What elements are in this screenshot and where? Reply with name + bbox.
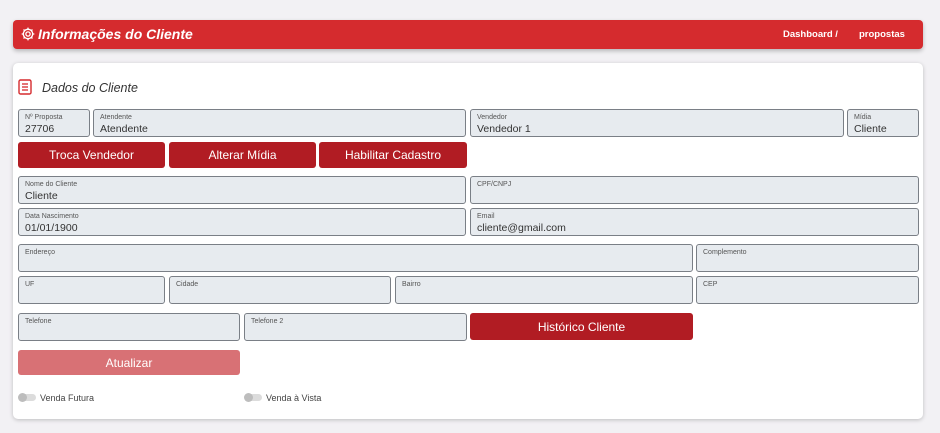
data-nascimento-label: Data Nascimento	[25, 213, 79, 220]
telefone-field[interactable]: Telefone	[18, 313, 240, 341]
venda-vista-toggle[interactable]	[244, 392, 262, 402]
breadcrumb-dashboard[interactable]: Dashboard /	[783, 29, 838, 40]
proposta-label: Nº Proposta	[25, 114, 63, 121]
proposta-field[interactable]: Nº Proposta 27706	[18, 109, 90, 137]
nome-cliente-value: Cliente	[25, 190, 58, 202]
telefone2-field[interactable]: Telefone 2	[244, 313, 467, 341]
cep-label: CEP	[703, 281, 718, 288]
endereco-label: Endereço	[25, 249, 55, 256]
atendente-label: Atendente	[100, 114, 132, 121]
cidade-label: Cidade	[176, 281, 199, 288]
cpf-cnpj-field[interactable]: CPF/CNPJ	[470, 176, 919, 204]
document-list-icon	[18, 79, 32, 95]
habilitar-cadastro-button[interactable]: Habilitar Cadastro	[319, 142, 467, 168]
bairro-field[interactable]: Bairro	[395, 276, 693, 304]
bairro-label: Bairro	[402, 281, 421, 288]
data-nascimento-field[interactable]: Data Nascimento 01/01/1900	[18, 208, 466, 236]
email-field[interactable]: Email cliente@gmail.com	[470, 208, 919, 236]
breadcrumb-propostas[interactable]: propostas	[859, 29, 905, 40]
proposta-value: 27706	[25, 123, 55, 135]
midia-field[interactable]: Mídia Cliente	[847, 109, 919, 137]
section-title: Dados do Cliente	[42, 81, 138, 95]
cidade-field[interactable]: Cidade	[169, 276, 391, 304]
cpf-cnpj-label: CPF/CNPJ	[477, 181, 512, 188]
gear-icon	[21, 27, 35, 41]
page-title: Informações do Cliente	[38, 26, 193, 42]
telefone2-label: Telefone 2	[251, 318, 284, 325]
nome-cliente-field[interactable]: Nome do Cliente Cliente	[18, 176, 466, 204]
vendedor-label: Vendedor	[477, 114, 507, 121]
midia-value: Cliente	[854, 123, 887, 135]
nome-cliente-label: Nome do Cliente	[25, 181, 78, 188]
telefone-label: Telefone	[25, 318, 52, 325]
email-value: cliente@gmail.com	[477, 222, 566, 234]
header-bar: Informações do Cliente Dashboard / propo…	[13, 20, 923, 49]
venda-futura-toggle[interactable]	[18, 392, 36, 402]
uf-label: UF	[25, 281, 35, 288]
complemento-label: Complemento	[703, 249, 747, 256]
complemento-field[interactable]: Complemento	[696, 244, 919, 272]
vendedor-field[interactable]: Vendedor Vendedor 1	[470, 109, 844, 137]
midia-label: Mídia	[854, 114, 872, 121]
venda-futura-label: Venda Futura	[40, 393, 95, 403]
historico-cliente-button[interactable]: Histórico Cliente	[470, 313, 693, 340]
alterar-midia-button[interactable]: Alterar Mídia	[169, 142, 316, 168]
uf-field[interactable]: UF	[18, 276, 165, 304]
atendente-field[interactable]: Atendente Atendente	[93, 109, 466, 137]
vendedor-value: Vendedor 1	[477, 123, 531, 135]
data-nascimento-value: 01/01/1900	[25, 222, 78, 234]
endereco-field[interactable]: Endereço	[18, 244, 693, 272]
venda-vista-label: Venda à Vista	[266, 393, 322, 403]
atualizar-button[interactable]: Atualizar	[18, 350, 240, 375]
email-label: Email	[477, 213, 495, 220]
troca-vendedor-button[interactable]: Troca Vendedor	[18, 142, 165, 168]
atendente-value: Atendente	[100, 123, 148, 135]
cep-field[interactable]: CEP	[696, 276, 919, 304]
